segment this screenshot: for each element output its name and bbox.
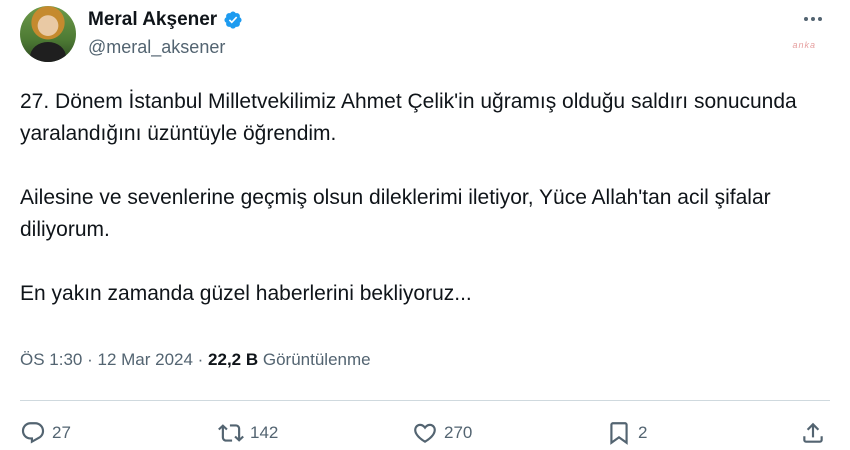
author-handle[interactable]: @meral_aksener [88, 37, 225, 58]
like-button[interactable]: 270 [412, 418, 472, 448]
watermark-logo: anka [792, 40, 816, 50]
retweet-button[interactable]: 142 [218, 418, 278, 448]
tweet-date[interactable]: 12 Mar 2024 [97, 350, 192, 369]
views-count: 22,2 B [208, 350, 259, 369]
author-display-name[interactable]: Meral Akşener [88, 9, 217, 31]
avatar[interactable] [20, 6, 76, 62]
tweet-paragraph: Ailesine ve sevenlerine geçmiş olsun dil… [20, 186, 771, 241]
tweet-card: Meral Akşener @meral_aksener anka 27. Dö… [0, 0, 850, 450]
tweet-time[interactable]: ÖS 1:30 [20, 350, 82, 369]
tweet-paragraph: En yakın zamanda güzel haberlerini bekli… [20, 282, 472, 305]
bookmark-button[interactable]: 2 [606, 418, 647, 448]
more-icon[interactable] [804, 14, 828, 24]
like-icon [414, 423, 436, 443]
author-name-row: Meral Akşener [88, 9, 243, 31]
reply-count: 27 [52, 423, 71, 442]
views-label: Görüntülenme [262, 350, 371, 369]
share-icon [803, 422, 823, 443]
bookmark-icon [610, 422, 628, 445]
retweet-icon [218, 424, 244, 442]
reply-icon [21, 422, 45, 444]
verified-badge-icon [224, 11, 242, 29]
meta-separator: · [192, 350, 209, 369]
tweet-meta: ÖS 1:30 · 12 Mar 2024 · 22,2 B Görüntüle… [20, 350, 371, 370]
share-button[interactable] [800, 418, 826, 448]
tweet-paragraph: 27. Dönem İstanbul Milletvekilimiz Ahmet… [20, 90, 797, 145]
like-count: 270 [444, 423, 473, 442]
retweet-count: 142 [250, 423, 279, 442]
bookmark-count: 2 [638, 423, 648, 442]
divider [20, 400, 830, 401]
reply-button[interactable]: 27 [20, 418, 71, 448]
tweet-text: 27. Dönem İstanbul Milletvekilimiz Ahmet… [20, 86, 830, 310]
avatar-figure [30, 42, 66, 62]
meta-separator: · [82, 350, 98, 369]
action-bar: 27 142 270 2 [20, 418, 830, 448]
